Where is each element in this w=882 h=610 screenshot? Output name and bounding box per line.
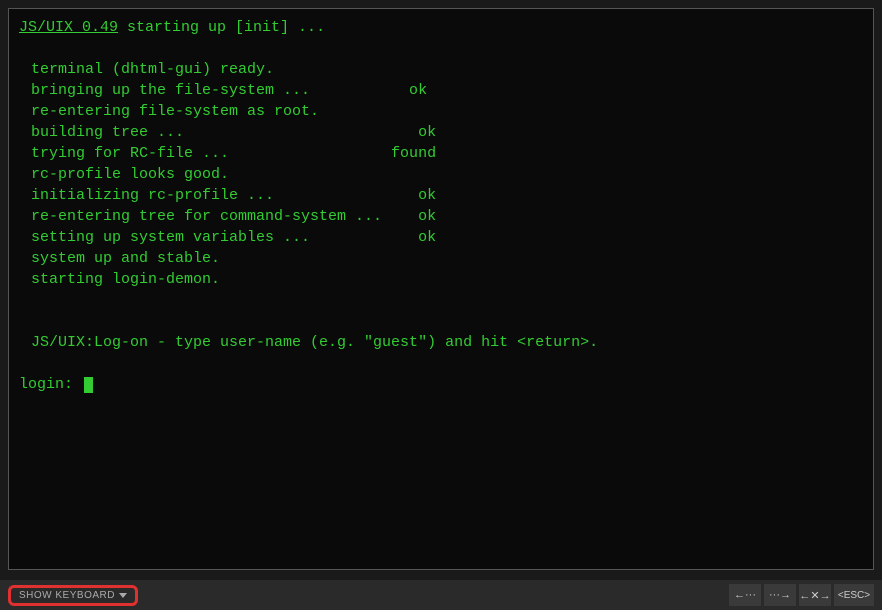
boot-line: bringing up the file-system ... ok (19, 80, 863, 101)
boot-line: building tree ... ok (19, 122, 863, 143)
title-rest: starting up [init] ... (118, 19, 325, 36)
logon-message: JS/UIX:Log-on - type user-name (e.g. "gu… (19, 332, 863, 353)
chevron-down-icon (119, 593, 127, 598)
history-forward-button[interactable]: ···→ (764, 584, 796, 606)
break-button[interactable]: ←✕→ (799, 584, 831, 606)
login-prompt[interactable]: login: (19, 374, 863, 395)
boot-line: rc-profile looks good. (19, 164, 863, 185)
login-label: login: (19, 376, 82, 393)
show-keyboard-label: SHOW KEYBOARD (19, 590, 115, 601)
escape-button[interactable]: <ESC> (834, 584, 874, 606)
terminal-window[interactable]: JS/UIX 0.49 starting up [init] ... termi… (8, 8, 874, 570)
boot-line: re-entering tree for command-system ... … (19, 206, 863, 227)
boot-line: re-entering file-system as root. (19, 101, 863, 122)
boot-line: system up and stable. (19, 248, 863, 269)
boot-line: terminal (dhtml-gui) ready. (19, 59, 863, 80)
bottom-toolbar: SHOW KEYBOARD ←··· ···→ ←✕→ <ESC> (0, 580, 882, 610)
boot-line: setting up system variables ... ok (19, 227, 863, 248)
show-keyboard-button[interactable]: SHOW KEYBOARD (8, 585, 138, 606)
cursor-icon (84, 377, 93, 393)
terminal-title-line: JS/UIX 0.49 starting up [init] ... (19, 17, 863, 38)
history-back-button[interactable]: ←··· (729, 584, 761, 606)
boot-line: initializing rc-profile ... ok (19, 185, 863, 206)
boot-line: starting login-demon. (19, 269, 863, 290)
nav-button-group: ←··· ···→ ←✕→ <ESC> (729, 584, 874, 606)
app-title: JS/UIX 0.49 (19, 19, 118, 36)
boot-line: trying for RC-file ... found (19, 143, 863, 164)
boot-messages: terminal (dhtml-gui) ready. bringing up … (19, 59, 863, 290)
